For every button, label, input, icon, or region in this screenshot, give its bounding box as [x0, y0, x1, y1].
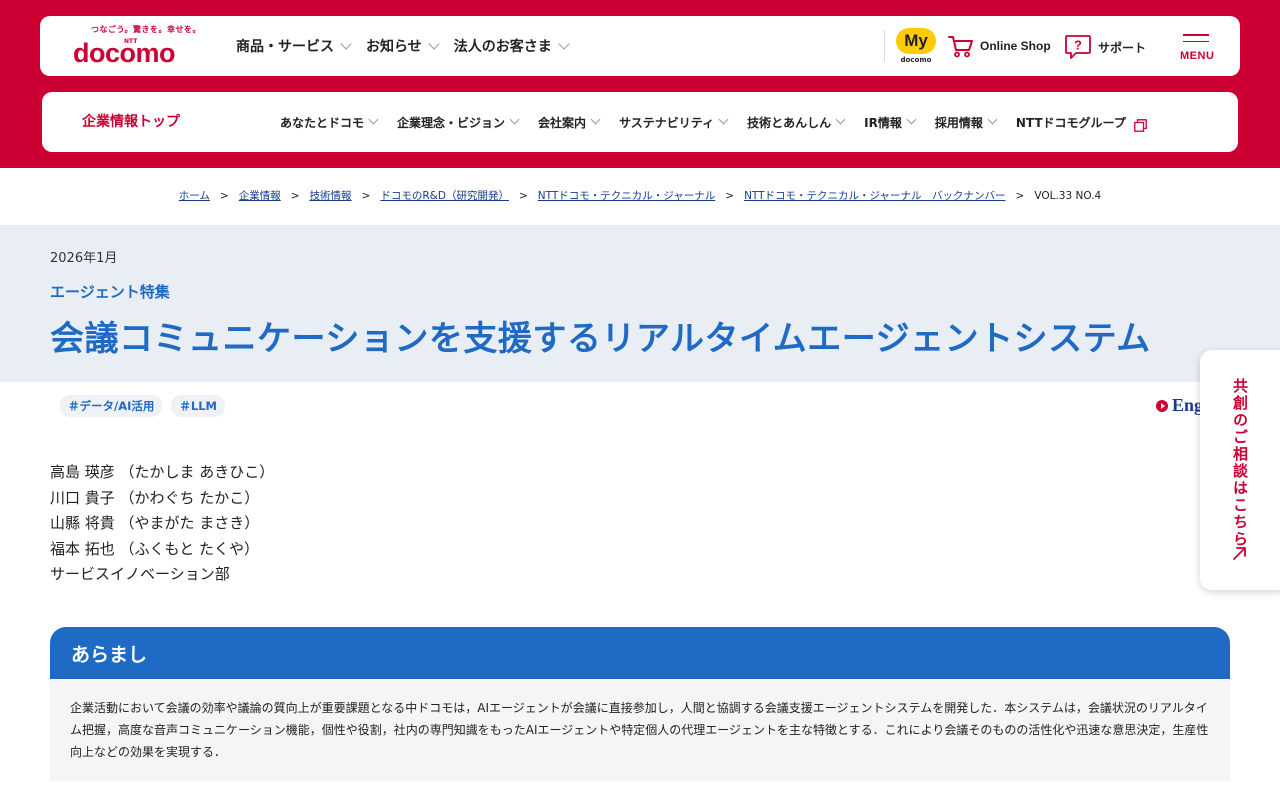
breadcrumb-rnd[interactable]: ドコモのR&D（研究開発）: [380, 190, 509, 202]
nav-news[interactable]: お知らせ: [366, 36, 440, 56]
co-creation-consult-label: 共創のご相談はこちら: [1231, 378, 1249, 548]
chevron-down-icon: [368, 114, 379, 125]
corp-nav-label: 会社案内: [538, 115, 587, 130]
logo-tagline: つなごう。驚きを。幸せを。: [91, 25, 202, 34]
corp-nav-label: 技術とあんしん: [747, 115, 832, 130]
english-link[interactable]: Eng: [1156, 395, 1203, 416]
tag-llm[interactable]: ＃LLM: [171, 395, 225, 417]
corp-nav-ir[interactable]: IR情報: [864, 114, 917, 131]
author-item: 高島 瑛彦 （たかしま あきひこ）: [50, 463, 275, 481]
nav-label: お知らせ: [366, 39, 422, 55]
corp-nav-you-and-docomo[interactable]: あなたとドコモ: [280, 114, 379, 131]
article-series: エージェント特集: [50, 283, 170, 301]
chevron-down-icon: [340, 37, 352, 50]
abstract-heading: あらまし: [71, 644, 148, 666]
tag-data-ai[interactable]: ＃データ/AI活用: [60, 395, 163, 417]
menu-label: MENU: [1180, 50, 1215, 62]
chevron-down-icon: [906, 114, 917, 125]
logo-text: docomo: [73, 38, 176, 68]
breadcrumb-corporate[interactable]: 企業情報: [239, 190, 281, 202]
corp-nav-label: サステナビリティ: [619, 115, 715, 130]
breadcrumb-back-numbers[interactable]: NTTドコモ・テクニカル・ジャーナル バックナンバー: [744, 190, 1005, 202]
corp-nav-philosophy[interactable]: 企業理念・ビジョン: [397, 114, 520, 131]
menu-button[interactable]: MENU: [1180, 34, 1220, 64]
author-item: 福本 拓也 （ふくもと たくや）: [50, 539, 260, 558]
support-label: サポート: [1098, 40, 1147, 55]
svg-text:?: ?: [1074, 38, 1082, 53]
breadcrumb-separator: >: [219, 190, 229, 202]
chevron-down-icon: [718, 114, 729, 125]
english-link-label: Eng: [1172, 395, 1204, 415]
chevron-down-icon: [509, 114, 520, 125]
breadcrumb-tech-info[interactable]: 技術情報: [310, 190, 352, 202]
cart-icon: [948, 36, 973, 58]
corp-nav-company[interactable]: 会社案内: [538, 114, 601, 131]
breadcrumb-home[interactable]: ホーム: [179, 190, 210, 202]
page-title: 会議コミュニケーションを支援するリアルタイムエージェントシステム: [50, 319, 1151, 359]
breadcrumb-separator: >: [518, 190, 528, 202]
chevron-down-icon: [428, 37, 440, 50]
corporate-nav: あなたとドコモ 企業理念・ビジョン 会社案内 サステナビリティ 技術とあんしん …: [280, 92, 1147, 152]
chevron-down-icon: [590, 114, 601, 125]
arrow-up-right-icon: [1233, 547, 1246, 560]
my-docomo-sub: docomo: [900, 56, 932, 64]
corp-nav-recruit[interactable]: 採用情報: [934, 114, 998, 131]
corp-nav-label: あなたとドコモ: [280, 115, 365, 130]
chevron-down-icon: [835, 114, 846, 125]
corp-nav-label: 採用情報: [934, 115, 983, 130]
online-shop-button[interactable]: Online Shop: [948, 34, 1051, 58]
author-list: 高島 瑛彦 （たかしま あきひこ） 川口 貴子 （かわぐち たかこ） 山縣 将貴…: [50, 460, 274, 588]
external-link-icon: [1133, 118, 1147, 132]
author-item: 山縣 将貴 （やまがた まさき）: [50, 514, 260, 533]
breadcrumb-separator: >: [1015, 190, 1025, 202]
corp-nav-label: NTTドコモグループ: [1015, 115, 1126, 130]
abstract-body: 企業活動において会議の効率や議論の質向上が重要課題となる中ドコモは，AIエージェ…: [50, 679, 1230, 781]
header-divider: [884, 30, 885, 62]
article-title-area: 2026年1月 エージェント特集 会議コミュニケーションを支援するリアルタイムエ…: [0, 225, 1280, 382]
chevron-down-icon: [987, 114, 998, 125]
header-band: つなごう。驚きを。幸せを。 NTT docomo 商品・サービス お知らせ 法人…: [0, 0, 1280, 168]
breadcrumb-separator: >: [725, 190, 735, 202]
article-date: 2026年1月: [50, 251, 118, 266]
corp-nav-sustainability[interactable]: サステナビリティ: [619, 114, 729, 131]
nav-label: 商品・サービス: [236, 39, 334, 55]
breadcrumb-separator: >: [290, 190, 300, 202]
global-nav: 商品・サービス お知らせ 法人のお客さま: [236, 16, 584, 76]
nav-label: 法人のお客さま: [453, 39, 552, 55]
docomo-logo[interactable]: つなごう。驚きを。幸せを。 NTT docomo: [73, 24, 203, 70]
help-icon: ?: [1065, 35, 1091, 59]
co-creation-consult-tab[interactable]: 共創のご相談はこちら: [1200, 350, 1280, 590]
my-docomo-button[interactable]: My docomo: [895, 26, 937, 68]
corporate-top-link[interactable]: 企業情報トップ: [82, 92, 180, 152]
corp-nav-technology[interactable]: 技術とあんしん: [747, 114, 846, 131]
breadcrumb-technical-journal[interactable]: NTTドコモ・テクニカル・ジャーナル: [538, 190, 715, 202]
corp-nav-label: 企業理念・ビジョン: [397, 115, 506, 130]
nav-products-services[interactable]: 商品・サービス: [236, 36, 352, 56]
corp-nav-group[interactable]: NTTドコモグループ: [1015, 114, 1147, 132]
global-header: つなごう。驚きを。幸せを。 NTT docomo 商品・サービス お知らせ 法人…: [40, 16, 1240, 76]
author-item: 川口 貴子 （かわぐち たかこ）: [50, 488, 260, 507]
tag-list: ＃データ/AI活用 ＃LLM: [60, 395, 234, 417]
abstract-heading-bar: あらまし: [50, 627, 1230, 679]
chevron-down-icon: [558, 37, 570, 50]
hamburger-icon: [1183, 34, 1209, 47]
corporate-subheader: 企業情報トップ あなたとドコモ 企業理念・ビジョン 会社案内 サステナビリティ …: [42, 92, 1238, 152]
play-arrow-icon: [1156, 399, 1168, 412]
author-department: サービスイノベーション部: [50, 565, 230, 584]
my-docomo-badge: My: [896, 28, 936, 54]
corp-nav-label: IR情報: [864, 115, 902, 130]
support-button[interactable]: ? サポート: [1064, 34, 1146, 60]
breadcrumb-current: VOL.33 NO.4: [1034, 190, 1102, 202]
breadcrumb-separator: >: [361, 190, 371, 202]
nav-business[interactable]: 法人のお客さま: [453, 36, 570, 56]
breadcrumb: ホーム > 企業情報 > 技術情報 > ドコモのR&D（研究開発） > NTTドコモ・テクニカル…: [0, 188, 1280, 203]
online-shop-label: Online Shop: [980, 39, 1051, 53]
